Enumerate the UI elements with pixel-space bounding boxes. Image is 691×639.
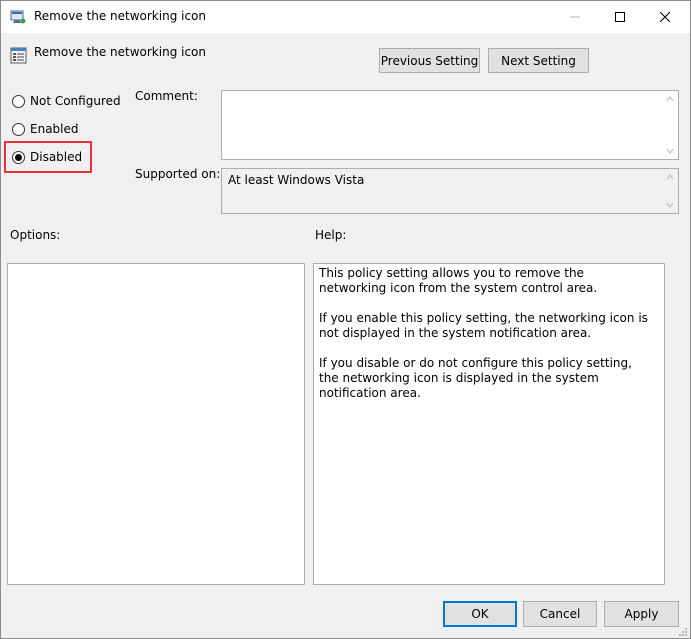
scroll-down-icon (666, 148, 674, 154)
supported-on-value: At least Windows Vista (228, 173, 365, 187)
minimize-button[interactable] (553, 1, 597, 33)
supported-scrollbar[interactable] (663, 170, 677, 212)
radio-not-configured[interactable]: Not Configured (12, 93, 121, 109)
scroll-up-icon (666, 96, 674, 102)
options-panel (7, 263, 305, 585)
window-title: Remove the networking icon (34, 9, 207, 23)
comment-scrollbar[interactable] (663, 92, 677, 158)
radio-enabled-circle[interactable] (12, 122, 25, 136)
help-paragraph-3: If you disable or do not configure this … (319, 356, 632, 400)
previous-setting-button[interactable]: Previous Setting (379, 48, 480, 73)
radio-enabled-label: Enabled (30, 122, 79, 136)
help-panel[interactable]: This policy setting allows you to remove… (313, 263, 665, 585)
ok-button[interactable]: OK (443, 601, 517, 627)
next-setting-button[interactable]: Next Setting (488, 48, 589, 73)
supported-on-label: Supported on: (135, 167, 221, 181)
options-label: Options: (10, 228, 61, 242)
radio-enabled[interactable]: Enabled (12, 121, 79, 137)
maximize-icon (615, 12, 625, 22)
disabled-highlight-box (4, 141, 92, 173)
supported-on-field: At least Windows Vista (221, 168, 679, 214)
policy-window-icon (10, 9, 26, 25)
scroll-up-icon (666, 174, 674, 180)
help-paragraph-1: This policy setting allows you to remove… (319, 266, 598, 295)
help-label: Help: (315, 228, 347, 242)
close-button[interactable] (643, 1, 687, 33)
help-paragraph-2: If you enable this policy setting, the n… (319, 311, 648, 340)
apply-button[interactable]: Apply (604, 601, 679, 627)
maximize-button[interactable] (598, 1, 642, 33)
radio-not-configured-label: Not Configured (30, 94, 121, 108)
resize-grip-icon[interactable] (678, 626, 688, 636)
cancel-button[interactable]: Cancel (523, 601, 597, 627)
policy-dialog: Remove the networking icon Remove the ne… (0, 0, 691, 639)
title-bar[interactable]: Remove the networking icon (1, 1, 690, 33)
help-text: This policy setting allows you to remove… (319, 266, 654, 416)
minimize-icon (570, 16, 580, 18)
comment-input[interactable] (221, 90, 679, 160)
close-icon (660, 12, 670, 22)
radio-not-configured-circle[interactable] (12, 94, 25, 108)
policy-setting-icon (10, 47, 27, 64)
setting-title: Remove the networking icon (34, 45, 207, 59)
scroll-down-icon (666, 202, 674, 208)
comment-label: Comment: (135, 89, 198, 103)
